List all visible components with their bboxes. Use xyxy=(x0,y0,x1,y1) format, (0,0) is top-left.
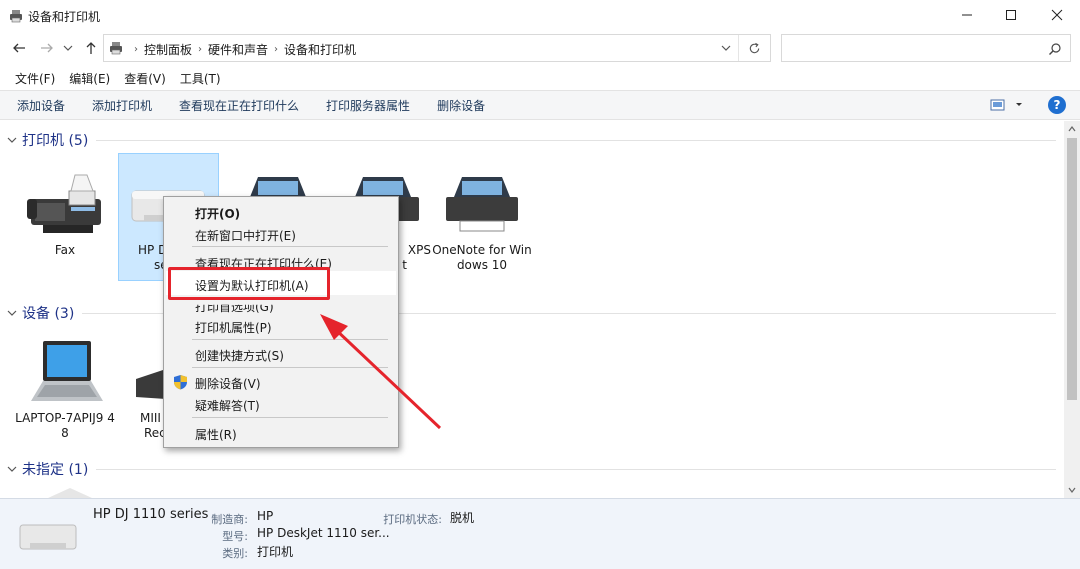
back-button[interactable] xyxy=(9,38,29,58)
forward-button[interactable] xyxy=(37,38,57,58)
chevron-right-icon: › xyxy=(134,44,138,55)
see-whats-printing-button[interactable]: 查看现在正在打印什么 xyxy=(179,97,299,114)
arrow-up-icon xyxy=(86,42,96,54)
devices-printers-icon xyxy=(110,42,122,55)
group-header-printers[interactable]: 打印机 (5) xyxy=(6,130,1056,150)
chevron-down-icon xyxy=(7,137,17,143)
chevron-down-icon xyxy=(7,466,17,472)
category-label: 类别: xyxy=(222,547,248,560)
up-button[interactable] xyxy=(81,38,101,58)
model-value: HP DeskJet 1110 ser... xyxy=(257,526,390,540)
help-button[interactable]: ? xyxy=(1048,96,1066,114)
model-label: 型号: xyxy=(222,530,248,543)
menu-item-open[interactable]: 打开(O) xyxy=(195,205,240,222)
scroll-down-icon[interactable] xyxy=(1067,485,1077,495)
device-item-fax[interactable]: Fax xyxy=(15,169,115,258)
device-label: OneNote for Windows 10 xyxy=(432,243,532,272)
command-bar: 添加设备 添加打印机 查看现在正在打印什么 打印服务器属性 删除设备 xyxy=(0,90,1080,120)
add-device-button[interactable]: 添加设备 xyxy=(17,97,65,114)
menu-view[interactable]: 查看(V) xyxy=(124,70,166,87)
add-printer-button[interactable]: 添加打印机 xyxy=(92,97,152,114)
device-name: HP DJ 1110 series xyxy=(93,507,209,522)
menu-item-troubleshoot[interactable]: 疑难解答(T) xyxy=(195,397,260,414)
change-view-button[interactable] xyxy=(990,98,1026,112)
menu-item-remove-device[interactable]: 删除设备(V) xyxy=(195,375,261,392)
maximize-icon xyxy=(1006,10,1016,20)
menu-item-printing-preferences[interactable]: 打印首选项(G) xyxy=(195,305,274,315)
menu-bar: 文件(F) 编辑(E) 查看(V) 工具(T) xyxy=(0,67,1080,89)
close-button[interactable] xyxy=(1034,0,1080,30)
category-value: 打印机 xyxy=(257,545,294,559)
maximize-button[interactable] xyxy=(988,0,1034,30)
uac-shield-icon xyxy=(174,375,187,390)
menu-edit[interactable]: 编辑(E) xyxy=(69,70,110,87)
laptop-icon xyxy=(31,341,103,401)
devices-printers-icon xyxy=(10,10,22,23)
device-item-laptop[interactable]: LAPTOP-7APIJ9 48 xyxy=(15,337,115,441)
remove-device-button[interactable]: 删除设备 xyxy=(437,97,485,114)
title-bar: 设备和打印机 xyxy=(0,0,1080,32)
minimize-button[interactable] xyxy=(944,0,990,30)
breadcrumb-item[interactable]: 硬件和声音 xyxy=(208,41,268,58)
menu-item-properties[interactable]: 属性(R) xyxy=(195,426,237,443)
explorer-window: 设备和打印机 › 控制面板 › 硬件和声音 › 设备和打印机 文件(F) 编辑(… xyxy=(0,0,1080,569)
vertical-scrollbar[interactable] xyxy=(1064,121,1080,498)
content-pane: 打印机 (5) Fax HP D se XPS t OneNote for Wi… xyxy=(0,121,1064,498)
chevron-right-icon: › xyxy=(274,44,279,55)
arrow-right-icon xyxy=(41,43,53,53)
menu-file[interactable]: 文件(F) xyxy=(15,70,55,87)
breadcrumb-item[interactable]: 设备和打印机 xyxy=(284,41,356,58)
refresh-button[interactable] xyxy=(738,35,770,61)
chevron-down-icon xyxy=(7,310,17,316)
divider xyxy=(96,468,1056,470)
manufacturer-value: HP xyxy=(257,509,274,523)
menu-separator xyxy=(192,339,388,340)
breadcrumb: › 控制面板 › 硬件和声音 › 设备和打印机 xyxy=(128,41,356,58)
breadcrumb-item[interactable]: 控制面板 xyxy=(144,41,192,58)
scrollbar-thumb[interactable] xyxy=(1067,138,1077,400)
menu-item-printer-properties[interactable]: 打印机属性(P) xyxy=(195,319,272,336)
menu-separator xyxy=(192,246,388,247)
menu-separator xyxy=(192,367,388,368)
group-label: 未指定 (1) xyxy=(22,462,89,478)
refresh-icon xyxy=(749,42,760,53)
details-pane: HP DJ 1110 series 制造商: HP 型号: HP DeskJet… xyxy=(0,498,1080,569)
window-title: 设备和打印机 xyxy=(28,10,101,24)
menu-separator xyxy=(192,417,388,418)
device-label: Fax xyxy=(54,243,76,257)
fax-icon xyxy=(27,174,101,233)
minimize-icon xyxy=(962,14,972,16)
chevron-right-icon: › xyxy=(198,44,203,55)
menu-item-open-new-window[interactable]: 在新窗口中打开(E) xyxy=(195,227,296,244)
device-icon xyxy=(48,488,92,498)
manufacturer-label: 制造商: xyxy=(211,513,248,526)
scroll-up-icon[interactable] xyxy=(1067,124,1077,134)
group-header-unspecified[interactable]: 未指定 (1) xyxy=(6,459,1056,479)
divider xyxy=(96,139,1056,141)
context-menu: 打开(O) 在新窗口中打开(E) 查看现在正在打印什么(E) 设置为默认打印机(… xyxy=(163,196,399,448)
chevron-down-icon[interactable] xyxy=(720,42,732,54)
group-label: 设备 (3) xyxy=(22,306,75,322)
print-server-properties-button[interactable]: 打印服务器属性 xyxy=(326,97,410,114)
device-item-onenote-printer[interactable]: OneNote for Windows 10 xyxy=(432,169,532,273)
group-label: 打印机 (5) xyxy=(22,133,89,149)
address-bar[interactable]: › 控制面板 › 硬件和声音 › 设备和打印机 xyxy=(103,34,771,62)
search-icon xyxy=(1049,43,1061,55)
chevron-down-icon xyxy=(63,45,73,51)
close-icon xyxy=(1051,9,1063,21)
printer-status-value: 脱机 xyxy=(450,511,475,525)
device-label: LAPTOP-7APIJ9 48 xyxy=(15,411,115,440)
printer-status-label: 打印机状态: xyxy=(383,513,442,526)
menu-tools[interactable]: 工具(T) xyxy=(180,70,221,87)
hp-printer-icon xyxy=(19,524,77,550)
arrow-left-icon xyxy=(13,43,25,53)
recent-locations-button[interactable] xyxy=(61,38,75,58)
annotation-highlight-box xyxy=(168,267,330,300)
printer-icon xyxy=(446,177,518,232)
menu-item-create-shortcut[interactable]: 创建快捷方式(S) xyxy=(195,347,284,364)
search-input[interactable] xyxy=(781,34,1071,62)
